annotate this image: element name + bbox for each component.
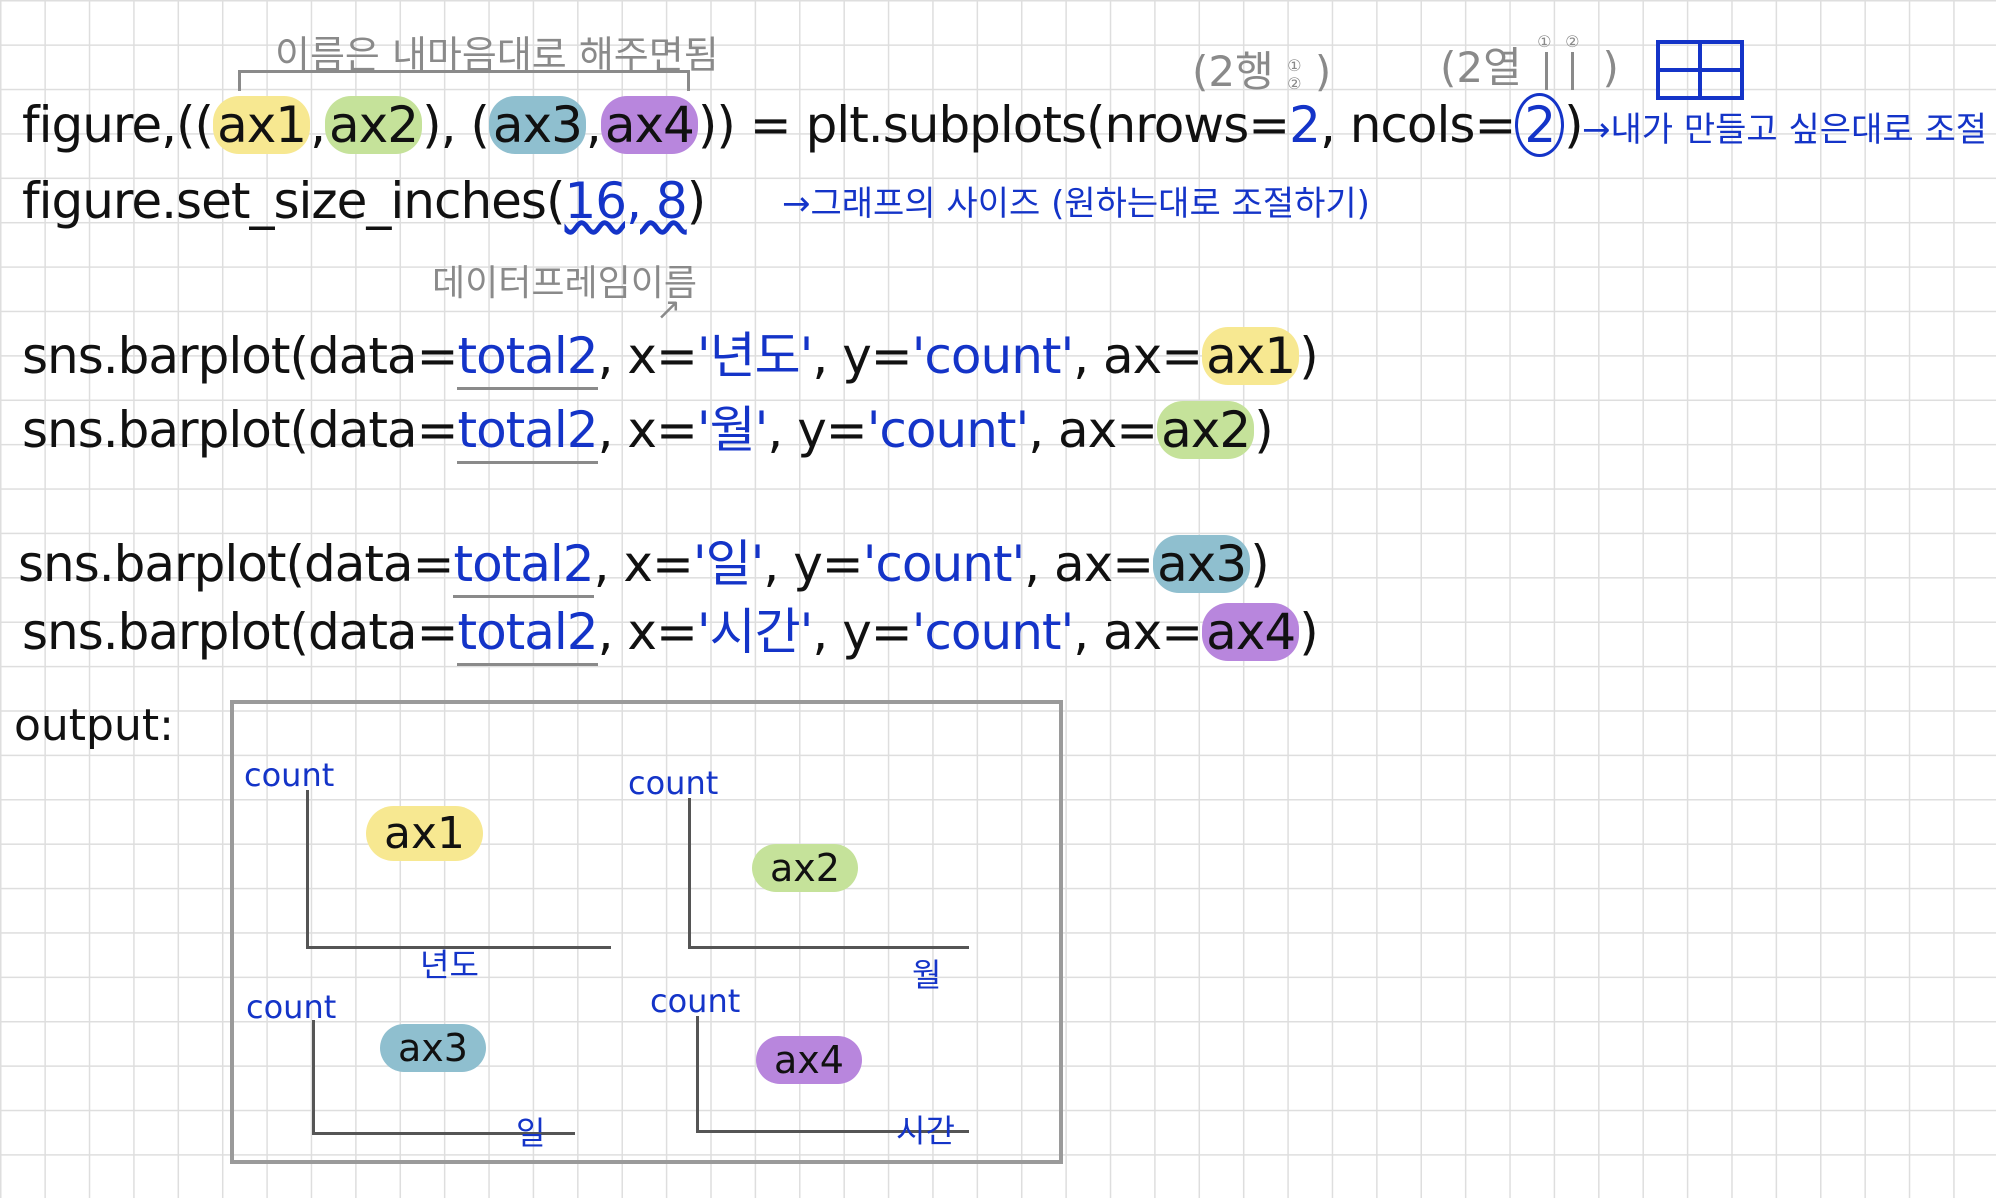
cols-note-text: (2열 xyxy=(1440,43,1522,92)
size-note: →그래프의 사이즈 (원하는대로 조절하기) xyxy=(782,176,1370,225)
rows-note-text: (2행 xyxy=(1192,47,1274,96)
arrow-right-icon: → xyxy=(782,184,811,224)
subplots-comma-2: , xyxy=(585,96,602,154)
output-label: output: xyxy=(14,700,174,751)
cols-bar-2 xyxy=(1571,51,1575,90)
ax1-ylabel: count xyxy=(244,756,335,794)
ax1-xlabel: 년도 xyxy=(420,946,479,984)
rows-marker-2: ② xyxy=(1287,73,1302,93)
cols-bar-1 xyxy=(1545,51,1549,90)
x-value: '시간' xyxy=(696,603,813,661)
rows-note-closing: ) xyxy=(1314,47,1332,96)
data-arg: total2 xyxy=(457,327,599,390)
barplot-line-2: sns.barplot(data=total2, x='월', y='count… xyxy=(22,390,1274,464)
ax3-xlabel: 일 xyxy=(516,1114,546,1152)
x-part: , x= xyxy=(593,535,694,593)
ax-part: , ax= xyxy=(1024,535,1154,593)
y-value: 'count' xyxy=(911,327,1075,385)
nrows-value: 2 xyxy=(1289,96,1321,154)
cols-note: (2열 ① ② ) xyxy=(1440,32,1619,96)
data-arg: total2 xyxy=(457,401,599,464)
code-line-subplots: figure,((ax1,ax2), (ax3,ax4)) = plt.subp… xyxy=(22,93,1584,157)
barplot-prefix: sns.barplot(data= xyxy=(22,603,458,661)
ax-part: , ax= xyxy=(1073,603,1203,661)
barplot-close: ) xyxy=(1299,603,1318,661)
cols-marker-1: ① xyxy=(1537,31,1552,51)
code-line-size: figure.set_size_inches(16, 8) xyxy=(22,172,706,230)
rows-marker-1: ① xyxy=(1287,55,1302,75)
x-part: , x= xyxy=(597,603,698,661)
barplot-close: ) xyxy=(1254,401,1273,459)
ax4-ylabel: count xyxy=(650,982,741,1020)
ncols-value: 2 xyxy=(1515,93,1565,157)
size-prefix: figure.set_size_inches( xyxy=(22,172,565,230)
grid-2x2-icon xyxy=(1656,40,1744,100)
size-values: 16, 8 xyxy=(564,172,687,230)
ncols-note-text: 내가 만들고 싶은대로 조절 xyxy=(1610,110,1988,150)
ax2-xlabel: 월 xyxy=(912,956,942,994)
data-arg: total2 xyxy=(453,535,595,598)
cols-marker-stack: ① ② xyxy=(1535,32,1589,96)
x-part: , x= xyxy=(597,327,698,385)
ax-part: , ax= xyxy=(1028,401,1158,459)
grid-horizontal-divider xyxy=(1660,68,1740,72)
data-arg: total2 xyxy=(457,603,599,666)
subplots-sep: , ncols= xyxy=(1319,96,1516,154)
barplot-line-3: sns.barplot(data=total2, x='일', y='count… xyxy=(18,524,1270,598)
y-value: 'count' xyxy=(911,603,1075,661)
ax4-xlabel: 시간 xyxy=(896,1112,955,1150)
naming-bracket xyxy=(238,70,690,91)
size-close: ) xyxy=(686,172,706,230)
rows-marker-stack: ① ② xyxy=(1287,55,1302,93)
y-value: 'count' xyxy=(866,401,1030,459)
size-note-text: 그래프의 사이즈 (원하는대로 조절하기) xyxy=(810,184,1370,224)
ax-value: ax1 xyxy=(1202,327,1300,385)
barplot-prefix: sns.barplot(data= xyxy=(22,401,458,459)
subplots-comma-1: , xyxy=(310,96,326,154)
barplot-close: ) xyxy=(1250,535,1269,593)
ax1-panel-label: ax1 xyxy=(366,806,483,861)
y-value: 'count' xyxy=(862,535,1026,593)
arrow-right-icon: → xyxy=(1582,110,1611,150)
ax2-highlight: ax2 xyxy=(325,96,423,154)
ncols-note: →내가 만들고 싶은대로 조절 xyxy=(1582,102,1987,151)
ax2-ylabel: count xyxy=(628,764,719,802)
ax-part: , ax= xyxy=(1073,327,1203,385)
ax4-highlight: ax4 xyxy=(600,96,698,154)
ax1-highlight: ax1 xyxy=(213,96,311,154)
x-value: '월' xyxy=(696,401,768,459)
barplot-line-1: sns.barplot(data=total2, x='년도', y='coun… xyxy=(22,316,1319,390)
rows-note: (2행 ① ② ) xyxy=(1192,38,1331,99)
barplot-prefix: sns.barplot(data= xyxy=(18,535,454,593)
x-value: '년도' xyxy=(696,327,813,385)
barplot-prefix: sns.barplot(data= xyxy=(22,327,458,385)
ax3-highlight: ax3 xyxy=(488,96,586,154)
ax4-panel-label: ax4 xyxy=(756,1036,862,1084)
ax3-panel-label: ax3 xyxy=(380,1024,486,1072)
y-part: , y= xyxy=(767,401,867,459)
cols-note-closing: ) xyxy=(1602,43,1619,92)
x-value: '일' xyxy=(692,535,764,593)
y-part: , y= xyxy=(812,603,912,661)
barplot-line-4: sns.barplot(data=total2, x='시간', y='coun… xyxy=(22,592,1319,666)
ax2-panel-label: ax2 xyxy=(752,844,858,892)
ax-value: ax2 xyxy=(1157,401,1255,459)
subplots-close: ) xyxy=(1564,96,1583,154)
y-part: , y= xyxy=(812,327,912,385)
ax-value: ax4 xyxy=(1202,603,1300,661)
barplot-close: ) xyxy=(1299,327,1318,385)
subplots-prefix: figure,(( xyxy=(22,96,214,154)
subplots-mid: ), ( xyxy=(422,96,490,154)
ax-value: ax3 xyxy=(1153,535,1251,593)
y-part: , y= xyxy=(763,535,863,593)
x-part: , x= xyxy=(597,401,698,459)
subplots-eq: )) = plt.subplots(nrows= xyxy=(697,96,1290,154)
cols-marker-2: ② xyxy=(1565,31,1580,51)
